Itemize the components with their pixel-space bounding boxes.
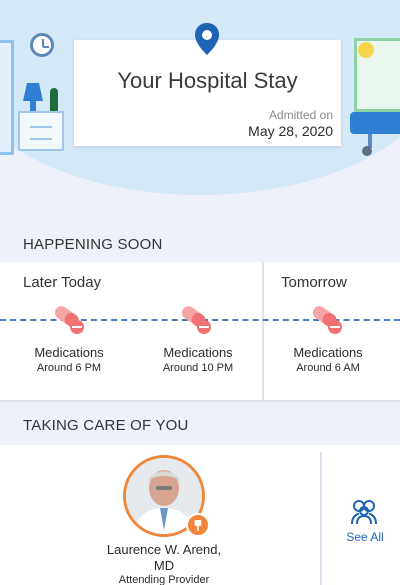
care-divider <box>320 452 322 585</box>
room-illustration-wall <box>0 40 14 155</box>
pill-icon <box>54 306 84 334</box>
sun-icon <box>358 42 374 58</box>
column-later-today: Later Today <box>23 274 102 291</box>
medication-label[interactable]: Medications <box>14 345 124 360</box>
admitted-label: Admitted on <box>268 108 333 122</box>
nightstand-illustration <box>18 111 64 151</box>
pin-badge-icon <box>186 513 210 537</box>
bed-wheel <box>362 146 372 156</box>
see-all-link[interactable]: See All <box>338 530 392 544</box>
medication-time: Around 6 AM <box>296 362 360 374</box>
bed-icon <box>350 112 400 134</box>
location-pin-icon <box>195 23 219 55</box>
admitted-date: May 28, 2020 <box>248 123 333 139</box>
care-team-icon[interactable] <box>349 497 379 527</box>
column-tomorrow: Tomorrow <box>281 274 347 291</box>
medication-time: Around 6 PM <box>36 362 102 374</box>
pill-icon <box>181 306 211 334</box>
medication-time: Around 10 PM <box>162 362 234 374</box>
pill-icon <box>312 306 342 334</box>
plant-icon <box>50 88 58 111</box>
happening-soon-heading: HAPPENING SOON <box>23 236 163 253</box>
lamp-base <box>30 101 36 111</box>
column-divider <box>262 262 264 402</box>
medication-label[interactable]: Medications <box>273 345 383 360</box>
provider-name[interactable]: Laurence W. Arend, MD <box>104 542 224 574</box>
panel-bottom-border <box>0 400 400 402</box>
medication-label[interactable]: Medications <box>143 345 253 360</box>
provider-role: Attending Provider <box>118 574 210 585</box>
page-title: Your Hospital Stay <box>117 68 298 93</box>
care-team-heading: TAKING CARE OF YOU <box>23 417 189 434</box>
clock-icon <box>30 33 54 57</box>
